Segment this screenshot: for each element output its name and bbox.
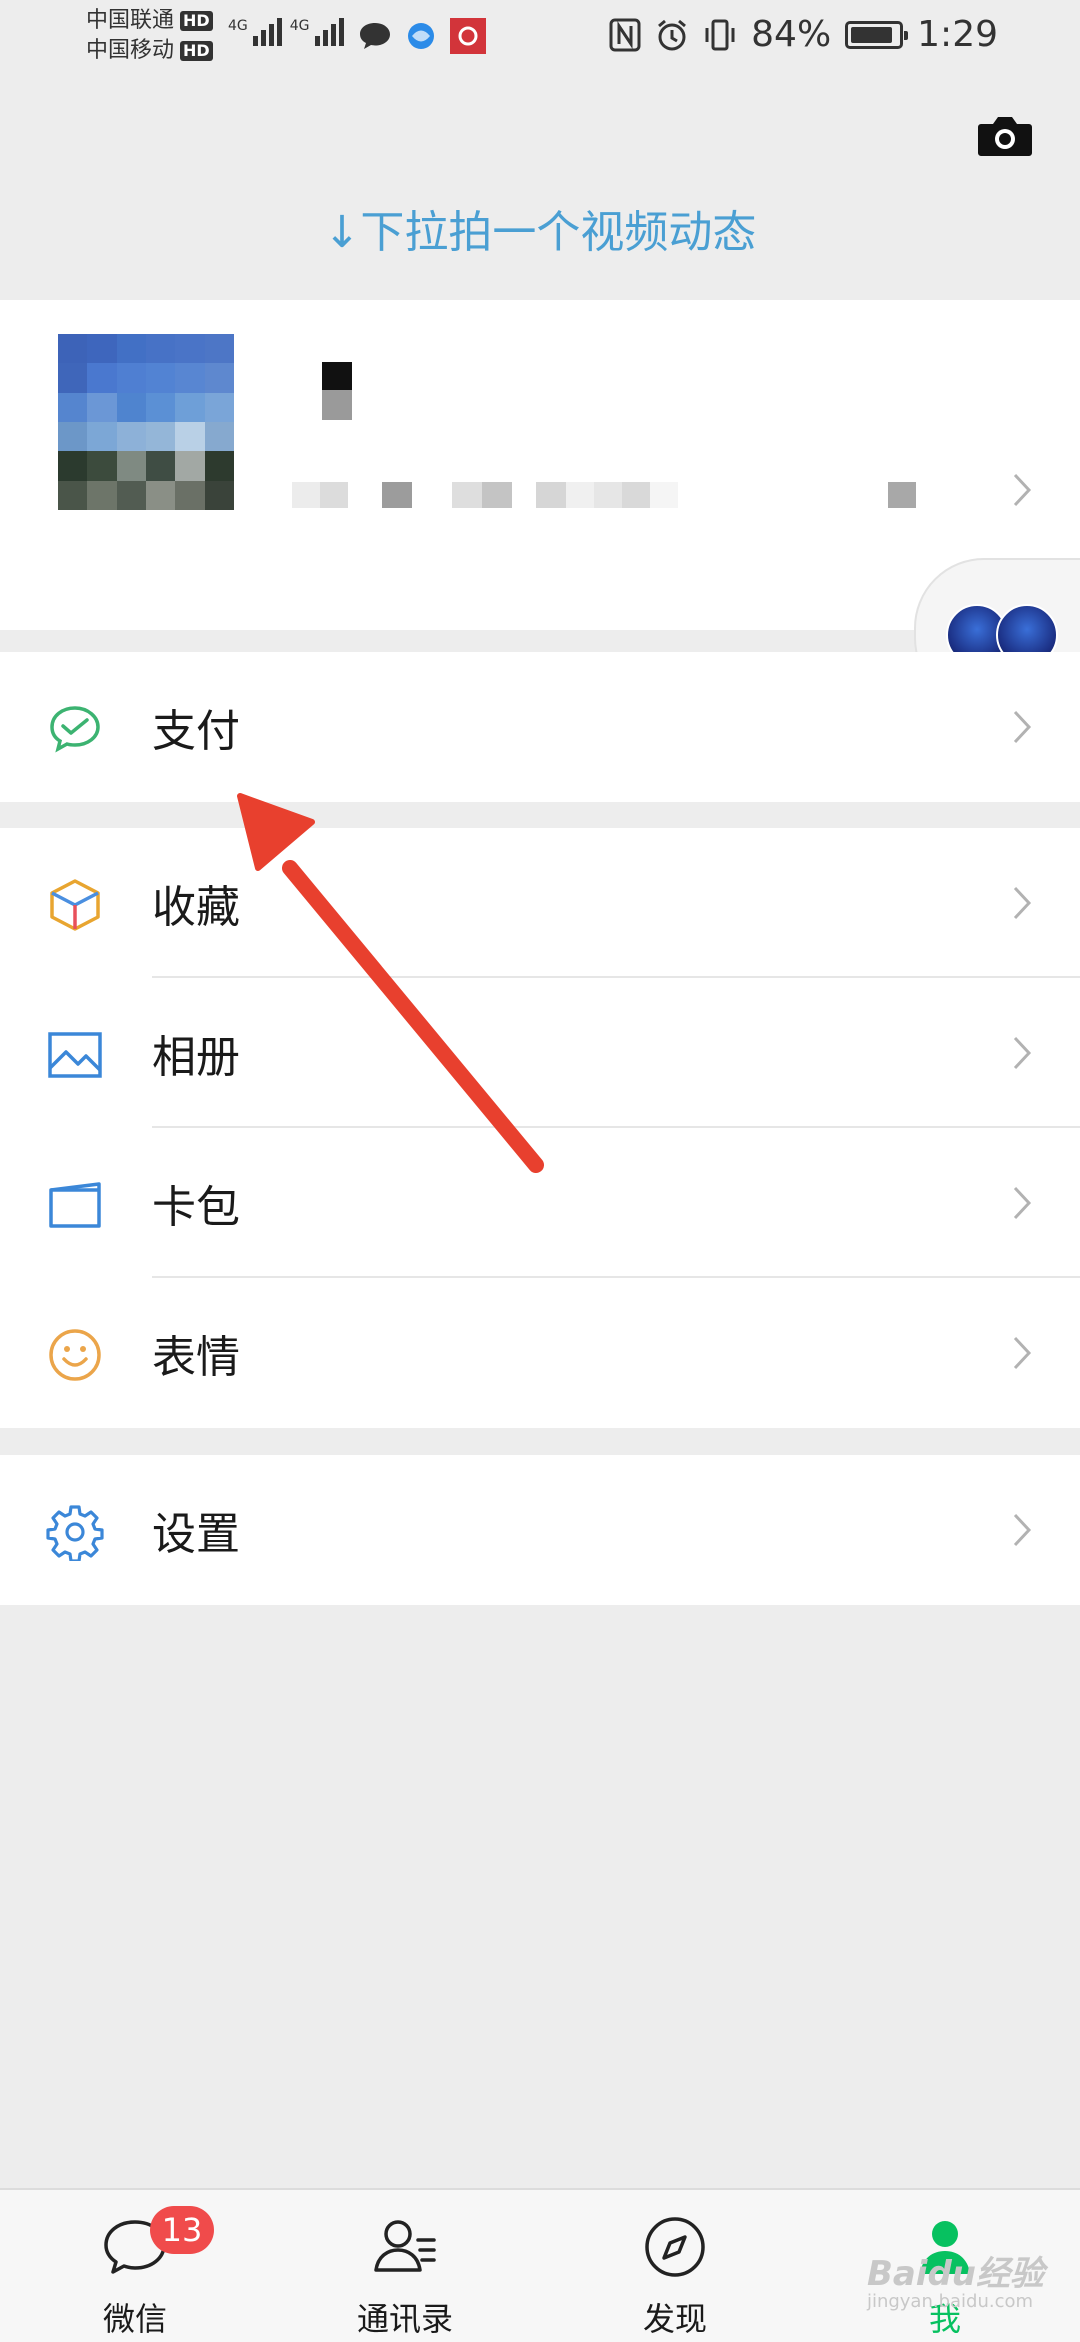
browser-icon xyxy=(408,23,434,49)
system-status: 84% 1:29 xyxy=(609,14,998,55)
chevron-right-icon xyxy=(1013,1336,1032,1370)
battery-icon xyxy=(845,20,909,49)
menu-item-label: 相册 xyxy=(152,1032,240,1083)
cube-icon xyxy=(50,879,100,931)
chevron-right-icon xyxy=(1013,1036,1032,1070)
contacts-icon xyxy=(374,2220,436,2272)
carrier-1-label: 中国联通 xyxy=(86,8,175,33)
tab-label: 通讯录 xyxy=(356,2300,453,2338)
menu-item-settings[interactable]: 设置 xyxy=(0,1455,1080,1605)
tab-contacts[interactable]: 通讯录 xyxy=(270,2190,540,2342)
menu-group-personal: 收藏 相册 卡包 表情 xyxy=(0,828,1080,1428)
chevron-right-icon xyxy=(1013,1513,1032,1547)
wechat-id-pixelated xyxy=(292,482,916,508)
gear-icon xyxy=(46,1505,104,1561)
smiley-icon xyxy=(49,1329,101,1381)
status-bar: 中国联通 HD 中国移动 HD 4G 4G 84% 1:29 xyxy=(0,0,1080,72)
vibrate-icon xyxy=(705,19,735,50)
chevron-right-icon xyxy=(1013,473,1032,507)
notification-icons xyxy=(358,18,486,54)
carrier-info: 中国联通 HD 中国移动 HD xyxy=(86,6,213,66)
menu-item-favorites[interactable]: 收藏 xyxy=(0,828,1080,978)
menu-item-pay[interactable]: 支付 xyxy=(0,652,1080,802)
hd-badge: HD xyxy=(180,41,213,61)
signal-indicators: 4G 4G xyxy=(228,18,344,46)
alarm-icon xyxy=(658,19,687,50)
menu-item-album[interactable]: 相册 xyxy=(0,978,1080,1128)
menu-item-label: 设置 xyxy=(152,1509,240,1560)
clock: 1:29 xyxy=(917,14,998,55)
camera-icon[interactable] xyxy=(977,114,1033,158)
menu-group-pay: 支付 xyxy=(0,652,1080,802)
chevron-right-icon xyxy=(1013,710,1032,744)
tab-label: 发现 xyxy=(642,2300,707,2338)
signal-strength-icon: 4G xyxy=(228,18,282,46)
menu-item-cards[interactable]: 卡包 xyxy=(0,1128,1080,1278)
baidu-watermark: Baidu经验 jingyan.baidu.com xyxy=(867,2246,1044,2312)
watermark-url: jingyan.baidu.com xyxy=(866,2291,1034,2312)
tab-discover[interactable]: 发现 xyxy=(540,2190,810,2342)
network-type-label: 4G xyxy=(228,18,248,34)
menu-item-stickers[interactable]: 表情 xyxy=(0,1278,1080,1428)
menu-item-label: 收藏 xyxy=(152,882,240,933)
menu-item-label: 表情 xyxy=(152,1332,240,1383)
avatar[interactable] xyxy=(58,334,234,510)
wallet-card-icon xyxy=(49,1182,101,1228)
nfc-icon xyxy=(609,18,641,51)
battery-percent: 84% xyxy=(751,14,832,55)
network-type-label: 4G xyxy=(289,18,310,34)
menu-item-label: 支付 xyxy=(152,706,240,757)
tab-label: 微信 xyxy=(102,2300,167,2338)
nickname-pixelated xyxy=(322,362,352,420)
chevron-right-icon xyxy=(1013,1186,1032,1220)
signal-strength-icon: 4G xyxy=(290,18,344,46)
unread-badge: 13 xyxy=(150,2206,214,2254)
hd-badge: HD xyxy=(180,11,213,31)
tab-chats[interactable]: 13 微信 xyxy=(0,2190,270,2342)
app-notification-icon xyxy=(450,18,486,54)
compass-icon xyxy=(645,2217,705,2277)
picture-icon xyxy=(48,1032,102,1078)
chevron-right-icon xyxy=(1013,886,1032,920)
menu-group-settings: 设置 xyxy=(0,1455,1080,1605)
watermark-brand: Baidu经验 xyxy=(866,2254,1044,2294)
carrier-2-label: 中国移动 xyxy=(86,38,175,63)
menu-item-label: 卡包 xyxy=(152,1182,240,1233)
chat-bubble-icon xyxy=(360,23,390,49)
wechat-pay-icon xyxy=(50,706,100,753)
pull-down-video-hint[interactable]: ↓下拉拍一个视频动态 xyxy=(0,196,1080,260)
